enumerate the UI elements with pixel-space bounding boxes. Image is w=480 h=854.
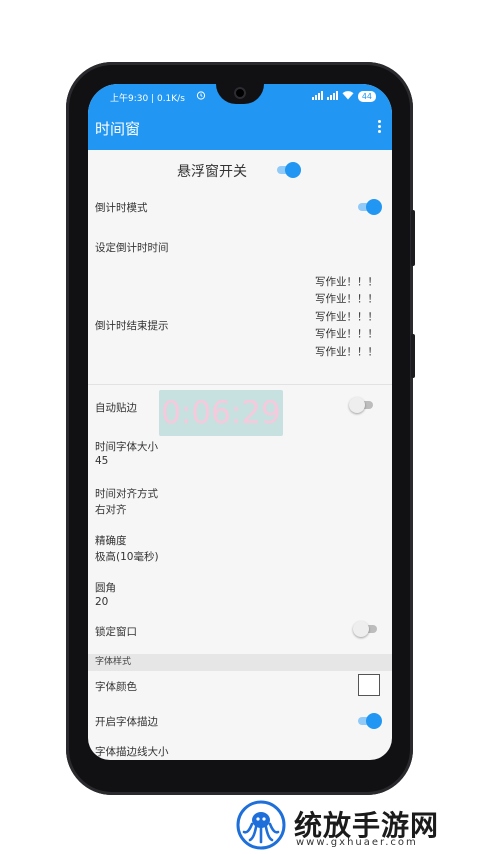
auto-snap-label: 自动贴边 bbox=[95, 402, 137, 414]
status-left-text: 上午9:30 | 0.1K/s bbox=[110, 94, 185, 104]
stroke-enable-label: 开启字体描边 bbox=[95, 716, 158, 728]
floating-window-switch-label: 悬浮窗开关 bbox=[177, 164, 247, 180]
power-button bbox=[411, 334, 415, 378]
corner-radius-item[interactable]: 圆角 bbox=[95, 580, 116, 595]
stroke-enable-switch[interactable] bbox=[358, 713, 382, 729]
wifi-icon bbox=[342, 90, 354, 103]
countdown-end-messages: 写作业！！！ 写作业！！！ 写作业！！！ 写作业！！！ 写作业！！！ bbox=[315, 274, 378, 361]
end-message-line: 写作业！！！ bbox=[315, 310, 378, 323]
lock-window-switch[interactable] bbox=[353, 621, 379, 637]
app-title: 时间窗 bbox=[95, 120, 141, 138]
end-message-line: 写作业！！！ bbox=[315, 345, 378, 358]
signal-icon bbox=[326, 90, 338, 103]
divider bbox=[88, 384, 392, 385]
lock-window-label: 锁定窗口 bbox=[95, 626, 137, 638]
front-camera bbox=[234, 87, 246, 99]
font-size-item[interactable]: 时间字体大小 bbox=[95, 439, 158, 454]
phone-screen: 上午9:30 | 0.1K/s 44 时间窗 悬浮窗开关 倒计时模式 设定倒计时… bbox=[88, 84, 392, 760]
countdown-mode-switch[interactable] bbox=[358, 199, 382, 215]
font-style-section-header: 字体样式 bbox=[88, 654, 392, 671]
countdown-mode-label: 倒计时模式 bbox=[95, 202, 148, 214]
corner-radius-value: 20 bbox=[95, 596, 109, 608]
floating-timer-window[interactable]: 0:06:29 bbox=[159, 390, 283, 436]
precision-item[interactable]: 精确度 bbox=[95, 533, 127, 548]
font-color-label: 字体颜色 bbox=[95, 681, 137, 693]
precision-value: 极高(10毫秒) bbox=[95, 551, 159, 563]
alignment-item[interactable]: 时间对齐方式 bbox=[95, 486, 158, 501]
app-bar: 时间窗 bbox=[88, 108, 392, 150]
volume-button bbox=[411, 210, 415, 266]
watermark-url: www.gxhuaer.com bbox=[296, 837, 418, 848]
stroke-size-item[interactable]: 字体描边线大小 bbox=[95, 744, 169, 759]
floating-window-switch[interactable] bbox=[277, 162, 301, 178]
auto-snap-switch[interactable] bbox=[349, 397, 375, 413]
alarm-icon bbox=[196, 90, 206, 103]
signal-icon bbox=[311, 90, 323, 103]
section-header-label: 字体样式 bbox=[95, 657, 132, 667]
battery-icon: 44 bbox=[357, 91, 376, 102]
site-watermark: 统放手游网 www.gxhuaer.com bbox=[236, 800, 476, 850]
countdown-end-prompt-item[interactable]: 倒计时结束提示 bbox=[95, 318, 169, 333]
more-options-icon[interactable] bbox=[378, 120, 382, 135]
settings-list: 悬浮窗开关 倒计时模式 设定倒计时时间 倒计时结束提示 写作业！！！ 写作业！！… bbox=[88, 150, 392, 760]
end-message-line: 写作业！！！ bbox=[315, 276, 378, 288]
set-countdown-time-item[interactable]: 设定倒计时时间 bbox=[95, 240, 169, 255]
octopus-logo-icon bbox=[236, 800, 286, 850]
end-message-line: 写作业！！！ bbox=[315, 293, 378, 306]
alignment-value: 右对齐 bbox=[95, 504, 127, 516]
font-size-value: 45 bbox=[95, 455, 109, 467]
end-message-line: 写作业！！！ bbox=[315, 328, 378, 341]
font-color-swatch[interactable] bbox=[358, 674, 380, 696]
